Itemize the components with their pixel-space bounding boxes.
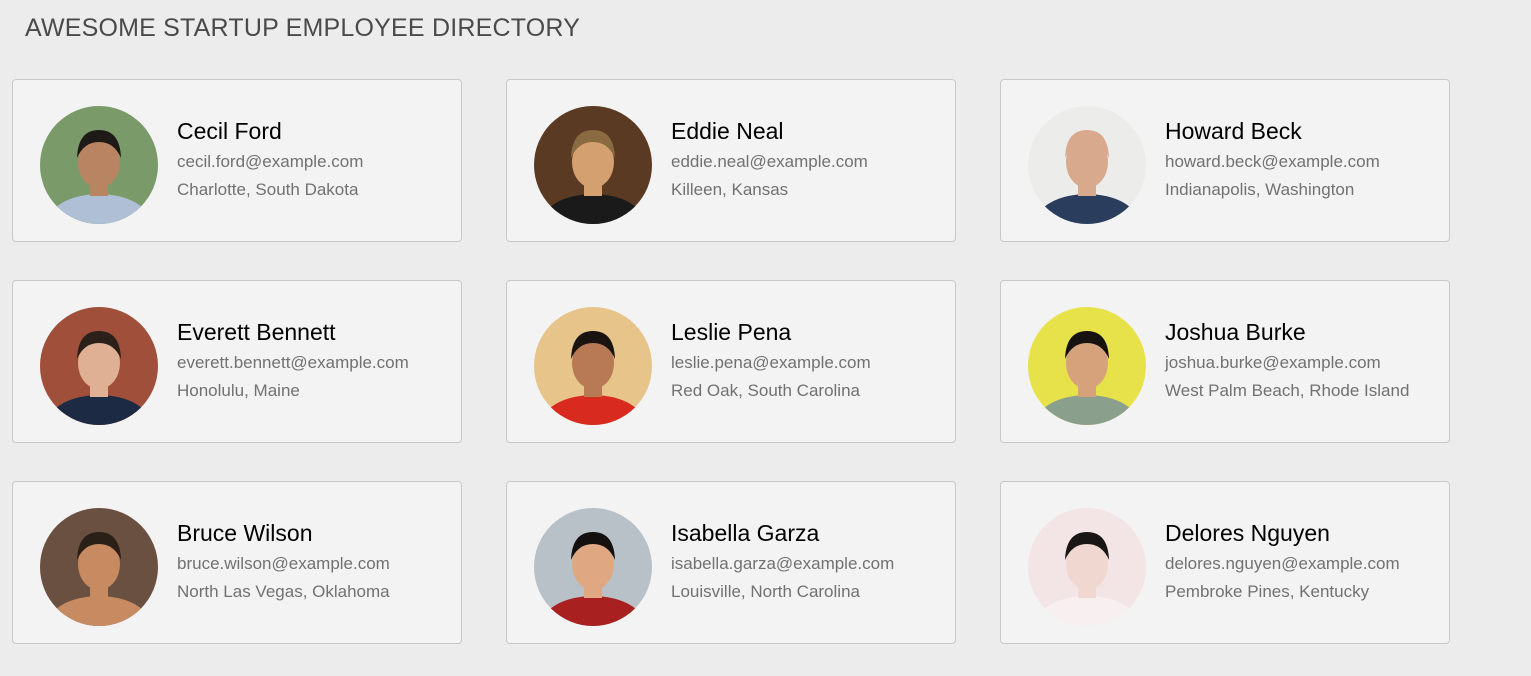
employee-name: Leslie Pena — [671, 319, 792, 345]
employee-name: Cecil Ford — [177, 118, 282, 144]
employee-name: Delores Nguyen — [1165, 520, 1330, 546]
employee-location: Louisville, North Carolina — [671, 582, 860, 601]
employee-location: West Palm Beach, Rhode Island — [1165, 381, 1410, 400]
avatar — [40, 307, 158, 425]
card-info: Leslie Pena leslie.pena@example.com Red … — [671, 317, 871, 405]
employee-gallery: Cecil Ford cecil.ford@example.com Charlo… — [12, 79, 1450, 644]
employee-name: Bruce Wilson — [177, 520, 313, 546]
card-info: Everett Bennett everett.bennett@example.… — [177, 317, 409, 405]
avatar — [534, 508, 652, 626]
employee-location: Red Oak, South Carolina — [671, 381, 860, 400]
employee-email: bruce.wilson@example.com — [177, 554, 390, 573]
card-info: Bruce Wilson bruce.wilson@example.com No… — [177, 518, 390, 606]
employee-card[interactable]: Howard Beck howard.beck@example.com Indi… — [1000, 79, 1450, 242]
employee-location: North Las Vegas, Oklahoma — [177, 582, 390, 601]
person-photo — [1028, 307, 1146, 425]
person-photo — [1028, 106, 1146, 224]
employee-location: Indianapolis, Washington — [1165, 180, 1355, 199]
employee-location: Pembroke Pines, Kentucky — [1165, 582, 1370, 601]
card-info: Delores Nguyen delores.nguyen@example.co… — [1165, 518, 1400, 606]
card-info: Howard Beck howard.beck@example.com Indi… — [1165, 116, 1380, 204]
card-info: Joshua Burke joshua.burke@example.com We… — [1165, 317, 1409, 405]
employee-email: everett.bennett@example.com — [177, 353, 409, 372]
employee-email: isabella.garza@example.com — [671, 554, 895, 573]
employee-name: Joshua Burke — [1165, 319, 1306, 345]
employee-name: Isabella Garza — [671, 520, 820, 546]
employee-card[interactable]: Everett Bennett everett.bennett@example.… — [12, 280, 462, 443]
avatar — [534, 307, 652, 425]
employee-card[interactable]: Eddie Neal eddie.neal@example.com Killee… — [506, 79, 956, 242]
page-title: AWESOME STARTUP EMPLOYEE DIRECTORY — [25, 14, 581, 42]
employee-name: Howard Beck — [1165, 118, 1302, 144]
avatar — [534, 106, 652, 224]
employee-email: joshua.burke@example.com — [1165, 353, 1381, 372]
employee-card[interactable]: Cecil Ford cecil.ford@example.com Charlo… — [12, 79, 462, 242]
employee-email: howard.beck@example.com — [1165, 152, 1380, 171]
avatar — [1028, 307, 1146, 425]
avatar — [1028, 106, 1146, 224]
avatar — [40, 508, 158, 626]
avatar — [40, 106, 158, 224]
person-photo — [534, 106, 652, 224]
employee-email: cecil.ford@example.com — [177, 152, 364, 171]
employee-location: Charlotte, South Dakota — [177, 180, 359, 199]
employee-card[interactable]: Leslie Pena leslie.pena@example.com Red … — [506, 280, 956, 443]
employee-name: Everett Bennett — [177, 319, 336, 345]
person-photo — [40, 106, 158, 224]
employee-card[interactable]: Isabella Garza isabella.garza@example.co… — [506, 481, 956, 644]
card-info: Cecil Ford cecil.ford@example.com Charlo… — [177, 116, 363, 204]
card-info: Isabella Garza isabella.garza@example.co… — [671, 518, 894, 606]
card-info: Eddie Neal eddie.neal@example.com Killee… — [671, 116, 868, 204]
employee-card[interactable]: Delores Nguyen delores.nguyen@example.co… — [1000, 481, 1450, 644]
employee-location: Killeen, Kansas — [671, 180, 789, 199]
person-photo — [1028, 508, 1146, 626]
person-photo — [40, 508, 158, 626]
person-photo — [40, 307, 158, 425]
employee-card[interactable]: Joshua Burke joshua.burke@example.com We… — [1000, 280, 1450, 443]
person-photo — [534, 508, 652, 626]
employee-location: Honolulu, Maine — [177, 381, 300, 400]
employee-card[interactable]: Bruce Wilson bruce.wilson@example.com No… — [12, 481, 462, 644]
employee-email: leslie.pena@example.com — [671, 353, 871, 372]
person-photo — [534, 307, 652, 425]
employee-email: delores.nguyen@example.com — [1165, 554, 1400, 573]
employee-email: eddie.neal@example.com — [671, 152, 868, 171]
employee-name: Eddie Neal — [671, 118, 784, 144]
avatar — [1028, 508, 1146, 626]
